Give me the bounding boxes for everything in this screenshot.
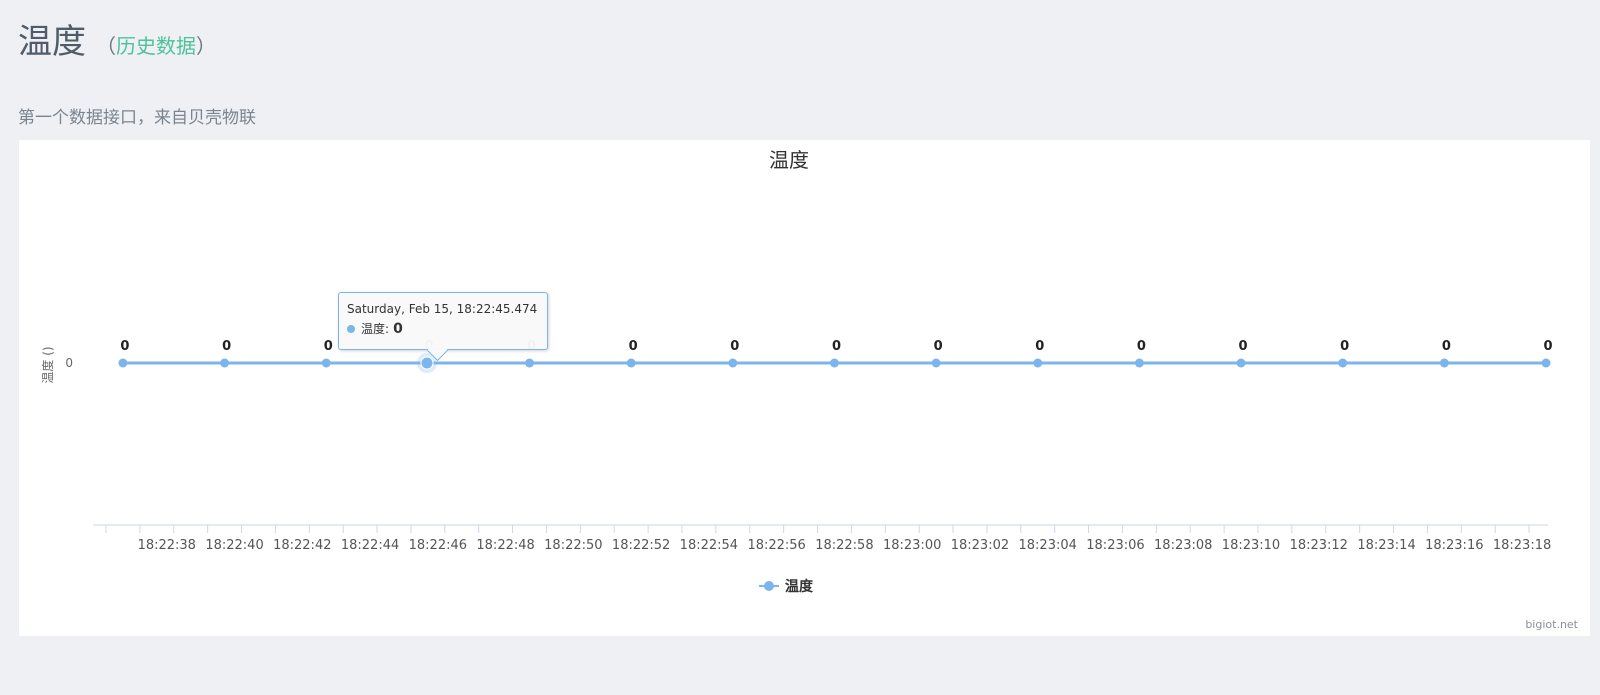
x-tick-label: 18:22:58: [815, 538, 873, 553]
legend[interactable]: 温度: [759, 578, 814, 595]
data-point: [220, 358, 230, 368]
x-tick-label: 18:22:48: [476, 538, 534, 553]
credit-link[interactable]: bigiot.net: [1525, 618, 1578, 631]
x-tick-label: 18:23:12: [1290, 538, 1348, 553]
x-tick-label: 18:23:06: [1086, 538, 1144, 553]
x-tick-label: 18:23:08: [1154, 538, 1212, 553]
data-point: [626, 358, 636, 368]
x-tick-label: 18:23:16: [1425, 538, 1483, 553]
data-label: 0: [629, 339, 638, 354]
data-label: 0: [120, 339, 129, 354]
data-point: [118, 358, 128, 368]
data-point: [1338, 358, 1348, 368]
close-paren: ）: [196, 34, 216, 58]
x-tick-label: 18:22:44: [341, 538, 399, 553]
page-title: 温度: [18, 22, 86, 62]
x-tick-label: 18:23:04: [1019, 538, 1077, 553]
data-point: [321, 358, 331, 368]
tooltip-value: 0: [393, 320, 403, 337]
x-tick-label: 18:22:56: [747, 538, 805, 553]
data-point: [728, 358, 738, 368]
x-tick-label: 18:22:46: [409, 538, 467, 553]
data-point: [1541, 358, 1551, 368]
x-tick-label: 18:22:54: [680, 538, 738, 553]
y-axis-label: 温度 (): [40, 346, 55, 383]
x-tick-label: 18:23:00: [883, 538, 941, 553]
data-point: [1134, 358, 1144, 368]
data-point: [829, 358, 839, 368]
data-labels: 000000000000000: [120, 339, 1552, 354]
data-label: 0: [222, 339, 231, 354]
x-tick-label: 18:23:14: [1357, 538, 1415, 553]
history-data-link[interactable]: 历史数据: [116, 34, 196, 58]
page-subtitle: 第一个数据接口，来自贝壳物联: [18, 108, 256, 128]
x-tick-label: 18:22:52: [612, 538, 670, 553]
data-label: 0: [324, 339, 333, 354]
data-label: 0: [1137, 339, 1146, 354]
x-tick-label: 18:23:10: [1222, 538, 1280, 553]
tooltip-series-name: 温度: [361, 322, 386, 336]
data-label: 0: [1239, 339, 1248, 354]
data-label: 0: [934, 339, 943, 354]
data-label: 0: [1543, 339, 1552, 354]
data-point: [931, 358, 941, 368]
tooltip-row: 温度: 0: [347, 320, 539, 337]
x-tick-label: 18:22:50: [544, 538, 602, 553]
chart-card: 温度 温度 () 0 18:22:38 18:22:40 18:22:42 18:22…: [19, 140, 1590, 636]
data-point-hover: [420, 356, 434, 370]
y-axis-ticks: 0: [65, 356, 73, 370]
data-label: 0: [1340, 339, 1349, 354]
tooltip-series-dot: [347, 324, 355, 333]
x-tick-label: 18:23:18: [1493, 538, 1551, 553]
data-point: [525, 358, 535, 368]
y-tick-label: 0: [65, 356, 73, 370]
x-tick-label: 18:22:42: [273, 538, 331, 553]
data-label: 0: [730, 339, 739, 354]
series-layer: [118, 353, 1551, 373]
history-wrap: （历史数据）: [96, 30, 216, 59]
x-axis: 18:22:38 18:22:40 18:22:42 18:22:44 18:22:46…: [93, 524, 1551, 553]
data-label: 0: [1442, 339, 1451, 354]
legend-marker: [764, 581, 774, 591]
chart-title: 温度: [769, 148, 809, 172]
x-tick-label: 18:22:40: [205, 538, 263, 553]
data-point: [1439, 358, 1449, 368]
data-label: 0: [832, 339, 841, 354]
x-tick-label: 18:22:38: [138, 538, 196, 553]
tooltip-separator: :: [385, 321, 390, 336]
data-label: 0: [1035, 339, 1044, 354]
legend-label: 温度: [785, 578, 814, 595]
page-header: 温度 （历史数据）: [18, 14, 216, 63]
chart-tooltip: Saturday, Feb 15, 18:22:45.474 温度: 0: [338, 292, 548, 362]
data-point: [1033, 358, 1043, 368]
data-point: [1236, 358, 1246, 368]
open-paren: （: [96, 34, 116, 58]
x-tick-label: 18:23:02: [951, 538, 1009, 553]
chart-svg: 温度 温度 () 0 18:22:38 18:22:40 18:22:42 18:22…: [40, 148, 1553, 595]
tooltip-header: Saturday, Feb 15, 18:22:45.474: [347, 302, 538, 316]
